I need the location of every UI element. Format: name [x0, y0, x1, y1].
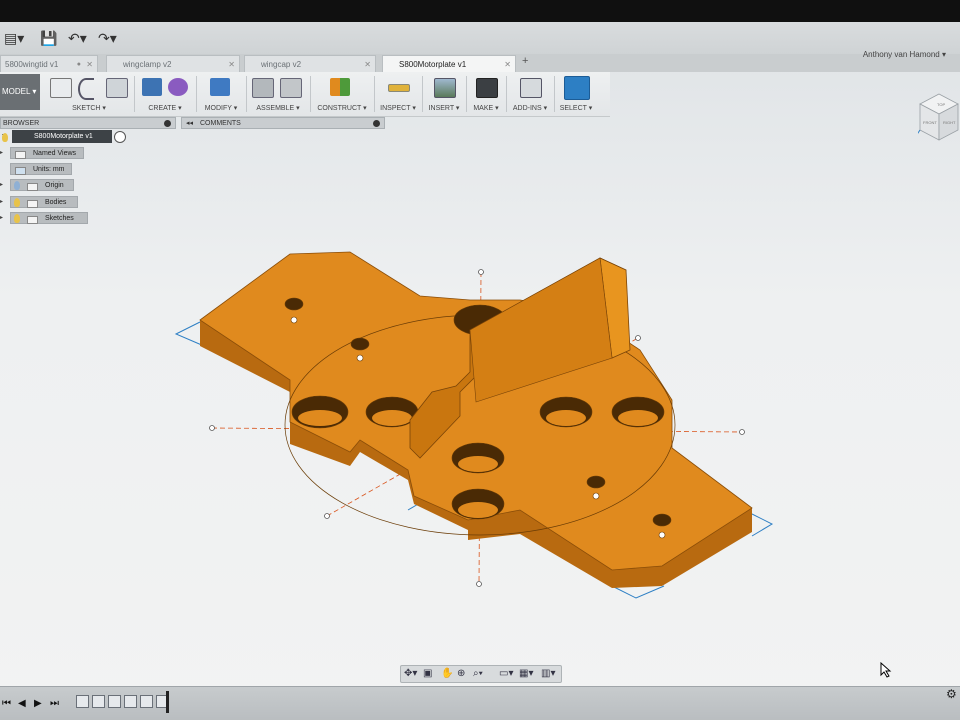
sketch-feature-icon[interactable] — [76, 695, 89, 708]
small-hole — [284, 297, 304, 311]
timeline-settings-gear-icon[interactable]: ⚙ — [946, 687, 957, 701]
look-at-icon[interactable]: ▣ — [423, 668, 432, 679]
zoom-window-icon[interactable]: ⌕▾ — [473, 668, 483, 679]
extrude-feature-icon[interactable] — [140, 695, 153, 708]
mouse-cursor-icon — [880, 662, 892, 678]
step-back-icon[interactable]: ◀ — [18, 698, 26, 709]
grid-icon[interactable]: ▦▾ — [519, 668, 533, 679]
navigation-bar: ✥▾ ▣ ✋ ⊕ ⌕▾ ▭▾ ▦▾ ▥▾ — [400, 665, 562, 683]
sketch-feature-icon[interactable] — [108, 695, 121, 708]
display-settings-icon[interactable]: ▭▾ — [499, 668, 513, 679]
go-to-end-icon[interactable]: ⏭ — [50, 698, 59, 709]
zoom-icon[interactable]: ⊕ — [457, 668, 465, 679]
viewports-icon[interactable]: ▥▾ — [541, 668, 555, 679]
small-hole — [586, 475, 606, 489]
small-hole — [652, 513, 672, 527]
timeline-marker[interactable] — [166, 691, 169, 713]
model-canvas[interactable] — [0, 22, 960, 682]
sketch-feature-icon[interactable] — [124, 695, 137, 708]
fusion-window: ▤▾ 💾 ↶▾ ↷▾ 5800wingtid v1 ● ✕ wingclamp … — [0, 22, 960, 720]
sketch-feature-icon[interactable] — [92, 695, 105, 708]
play-icon[interactable]: ▶ — [34, 698, 42, 709]
timeline: ⏮ ◀ ▶ ⏭ — [0, 686, 960, 720]
small-hole — [350, 337, 370, 351]
orbit-icon[interactable]: ✥▾ — [404, 668, 417, 679]
pan-icon[interactable]: ✋ — [441, 668, 453, 679]
go-to-start-icon[interactable]: ⏮ — [2, 698, 11, 709]
